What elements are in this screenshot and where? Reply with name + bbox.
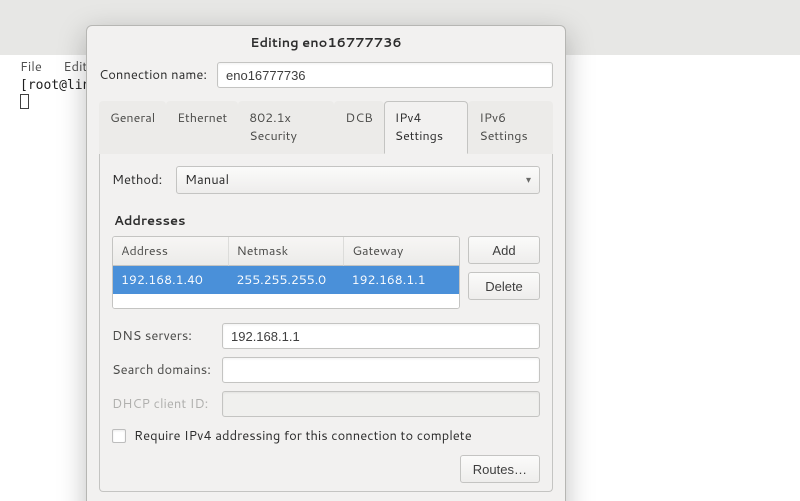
- col-netmask[interactable]: Netmask: [229, 237, 345, 266]
- search-domains-label: Search domains:: [112, 361, 214, 379]
- terminal-prompt: [root@lin: [20, 78, 90, 93]
- tab-ipv6[interactable]: IPv6 Settings: [468, 101, 553, 154]
- terminal-cursor: [20, 94, 29, 109]
- tab-ipv4[interactable]: IPv4 Settings: [384, 101, 469, 154]
- network-connection-editor-dialog: Editing eno16777736 Connection name: Gen…: [86, 25, 566, 501]
- dns-label: DNS servers:: [112, 327, 214, 345]
- add-button[interactable]: Add: [468, 236, 540, 264]
- tab-ethernet[interactable]: Ethernet: [166, 101, 238, 154]
- require-ipv4-label: Require IPv4 addressing for this connect…: [134, 427, 472, 445]
- addresses-label: Addresses: [114, 212, 540, 230]
- delete-button[interactable]: Delete: [468, 272, 540, 300]
- cell-address: 192.168.1.40: [113, 266, 228, 294]
- ipv4-settings-page: Method: Manual ▾ Addresses Address Netma…: [99, 154, 553, 492]
- tab-general[interactable]: General: [99, 101, 166, 154]
- require-ipv4-checkbox[interactable]: [112, 429, 126, 443]
- table-row[interactable]: 192.168.1.40 255.255.255.0 192.168.1.1: [113, 266, 459, 294]
- table-empty-area[interactable]: [113, 294, 459, 308]
- method-value: Manual: [185, 171, 229, 189]
- method-select[interactable]: Manual ▾: [176, 166, 540, 194]
- addresses-table[interactable]: Address Netmask Gateway 192.168.1.40 255…: [112, 236, 460, 309]
- search-domains-input[interactable]: [222, 357, 540, 383]
- tab-bar: General Ethernet 802.1x Security DCB IPv…: [99, 100, 553, 154]
- dhcp-client-id-input: [222, 391, 540, 417]
- method-label: Method:: [112, 171, 168, 189]
- dialog-title: Editing eno16777736: [87, 26, 565, 58]
- dns-input[interactable]: [222, 323, 540, 349]
- tab-8021x[interactable]: 802.1x Security: [238, 101, 334, 154]
- connection-name-label: Connection name:: [99, 66, 209, 84]
- tab-dcb[interactable]: DCB: [334, 101, 383, 154]
- cell-gateway: 192.168.1.1: [344, 266, 459, 294]
- dhcp-client-id-label: DHCP client ID:: [112, 395, 214, 413]
- menu-edit[interactable]: Edit: [63, 58, 87, 76]
- chevron-down-icon: ▾: [526, 173, 531, 187]
- routes-button[interactable]: Routes…: [460, 455, 540, 483]
- cell-netmask: 255.255.255.0: [228, 266, 343, 294]
- menu-file[interactable]: File: [20, 58, 42, 76]
- connection-name-input[interactable]: [217, 62, 553, 88]
- col-address[interactable]: Address: [113, 237, 229, 266]
- col-gateway[interactable]: Gateway: [344, 237, 459, 266]
